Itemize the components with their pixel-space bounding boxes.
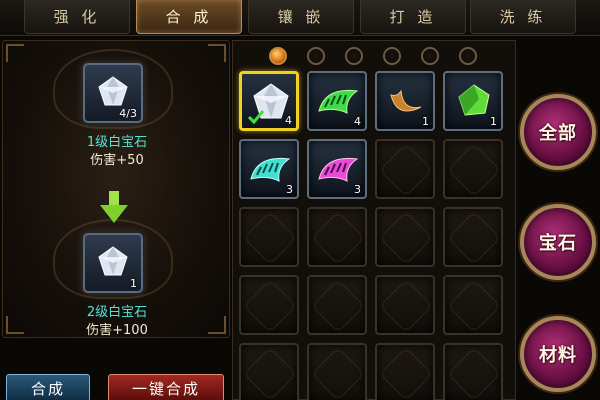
inventory-cell-white-gem[interactable]: 4	[239, 71, 299, 131]
tab-refine[interactable]: 洗 练	[470, 0, 576, 34]
inventory-cell-empty[interactable]	[443, 275, 503, 335]
item-count: 4	[354, 115, 361, 128]
source-gem-count: 4/3	[119, 107, 137, 120]
synthesis-panel: 4/3 1级白宝石 伤害+50 1 2级白宝石 伤害+100	[2, 40, 230, 338]
item-count: 3	[286, 183, 293, 196]
panel-corner	[6, 44, 24, 62]
source-gem-name: 1级白宝石	[86, 135, 148, 150]
tab-bar: 强 化 合 成 镶 嵌 打 造 洗 练	[0, 0, 600, 36]
inventory-cell-green-gem[interactable]: 1	[443, 71, 503, 131]
inventory-cell-cyan-tooth[interactable]: 3	[239, 139, 299, 199]
result-gem-attr: 伤害+100	[86, 323, 148, 338]
inventory-cell-empty[interactable]	[239, 207, 299, 267]
inventory-cell-empty[interactable]	[375, 343, 435, 400]
inventory-cell-empty[interactable]	[375, 139, 435, 199]
category-gem-button[interactable]: 宝石	[520, 204, 596, 280]
inventory-panel: 4 4 1 1 3 3	[232, 40, 516, 400]
inventory-cell-empty[interactable]	[239, 275, 299, 335]
page-dot[interactable]	[307, 47, 325, 65]
source-gem-attr: 伤害+50	[90, 153, 144, 168]
category-all-button[interactable]: 全部	[520, 94, 596, 170]
check-icon	[248, 110, 264, 124]
page-dot[interactable]	[383, 47, 401, 65]
source-gem-slot[interactable]: 4/3	[83, 63, 143, 123]
result-gem-slot: 1	[83, 233, 143, 293]
page-dot[interactable]	[459, 47, 477, 65]
page-dot[interactable]	[345, 47, 363, 65]
result-gem-count: 1	[130, 277, 137, 290]
panel-corner	[208, 44, 226, 62]
white-gem-icon	[95, 73, 131, 109]
inventory-cell-empty[interactable]	[375, 207, 435, 267]
arrow-down-icon	[100, 191, 128, 223]
inventory-cell-pink-tooth[interactable]: 3	[307, 139, 367, 199]
inventory-cell-empty[interactable]	[307, 207, 367, 267]
tab-inlay[interactable]: 镶 嵌	[248, 0, 354, 34]
inventory-cell-empty[interactable]	[443, 207, 503, 267]
tab-forge[interactable]: 打 造	[360, 0, 466, 34]
page-dot[interactable]	[269, 47, 287, 65]
page-dot[interactable]	[421, 47, 439, 65]
inventory-cell-empty[interactable]	[307, 275, 367, 335]
result-gem-name: 2级白宝石	[86, 305, 148, 320]
page-indicator	[269, 47, 477, 67]
tab-enhance[interactable]: 强 化	[24, 0, 130, 34]
compose-button[interactable]: 合成	[6, 374, 90, 400]
item-count: 1	[422, 115, 429, 128]
inventory-cell-empty[interactable]	[443, 139, 503, 199]
white-gem-icon	[95, 243, 131, 279]
inventory-cell-crescent[interactable]: 1	[375, 71, 435, 131]
inventory-cell-empty[interactable]	[443, 343, 503, 400]
item-count: 1	[490, 115, 497, 128]
item-count: 3	[354, 183, 361, 196]
inventory-cell-empty[interactable]	[239, 343, 299, 400]
category-material-button[interactable]: 材料	[520, 316, 596, 392]
inventory-cell-green-tooth[interactable]: 4	[307, 71, 367, 131]
inventory-cell-empty[interactable]	[375, 275, 435, 335]
tab-synthesize[interactable]: 合 成	[136, 0, 242, 34]
inventory-cell-empty[interactable]	[307, 343, 367, 400]
one-key-compose-button[interactable]: 一键合成	[108, 374, 224, 400]
item-count: 4	[285, 114, 292, 127]
